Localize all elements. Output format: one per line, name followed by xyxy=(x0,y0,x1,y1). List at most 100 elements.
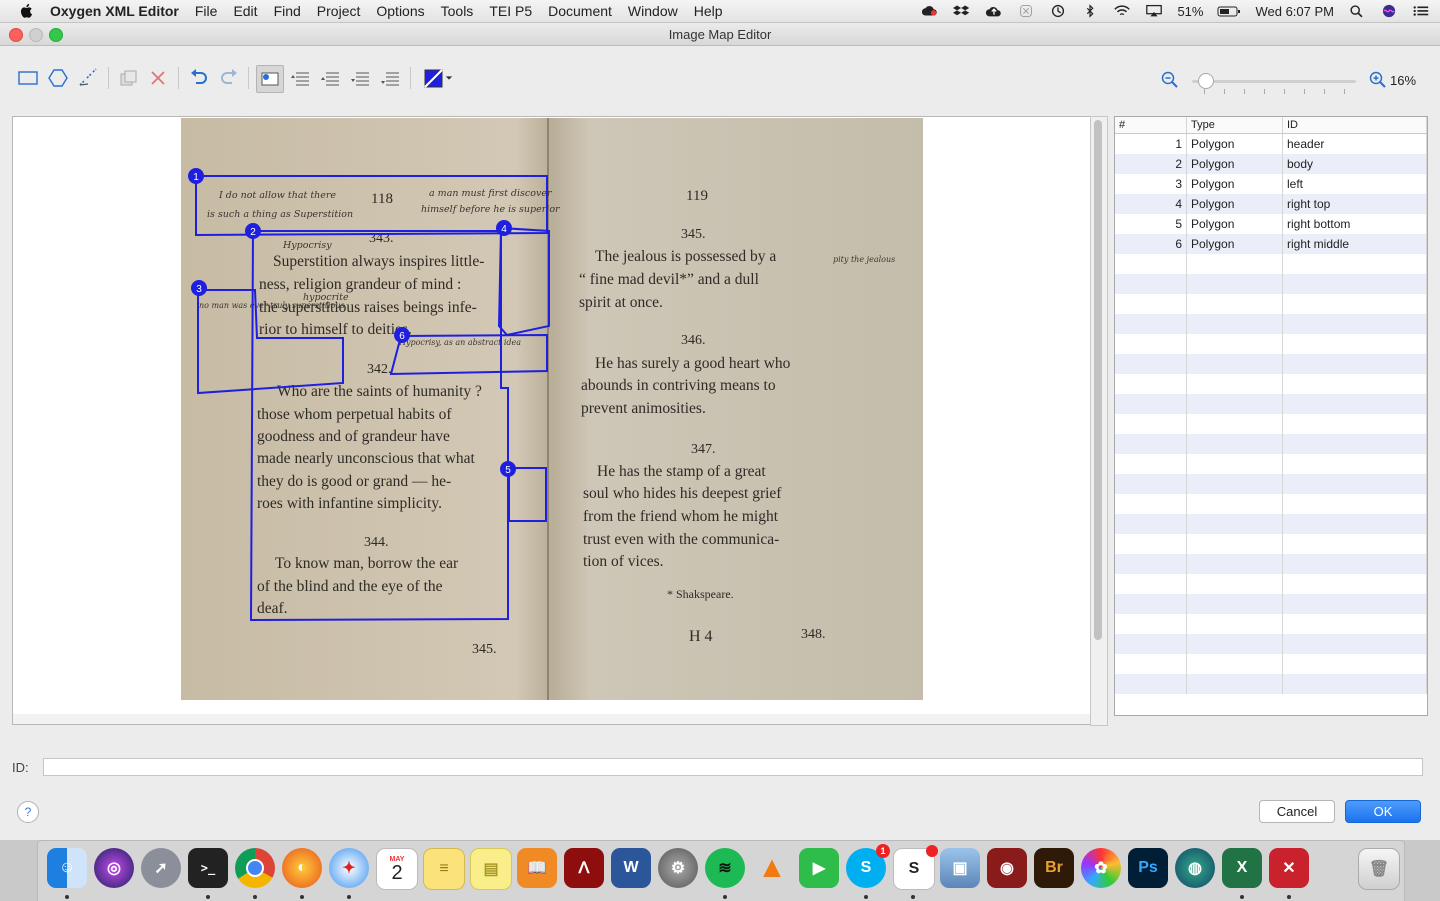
canvas-horizontal-scrollbar[interactable] xyxy=(12,714,1092,725)
dock-word[interactable]: W xyxy=(611,848,651,888)
menu-window[interactable]: Window xyxy=(628,3,678,19)
menu-tools[interactable]: Tools xyxy=(441,3,474,19)
rectangle-tool-button[interactable] xyxy=(15,65,41,91)
image-canvas[interactable]: 118 119 343. Superstition always inspire… xyxy=(12,116,1092,716)
bluetooth-icon[interactable] xyxy=(1081,4,1099,18)
zoom-in-icon[interactable] xyxy=(1368,70,1388,90)
column-header-number[interactable]: # xyxy=(1115,117,1187,133)
book-page-image[interactable]: 118 119 343. Superstition always inspire… xyxy=(181,118,923,700)
color-picker-button[interactable] xyxy=(418,65,458,91)
bring-to-front-button[interactable] xyxy=(288,65,314,91)
dock-bridge[interactable]: Br xyxy=(1034,848,1074,888)
zoom-slider-thumb[interactable] xyxy=(1198,73,1214,89)
menu-edit[interactable]: Edit xyxy=(233,3,257,19)
wifi-icon[interactable] xyxy=(1113,4,1131,18)
left-text-line: those whom perpetual habits of xyxy=(257,406,452,423)
column-header-type[interactable]: Type xyxy=(1187,117,1283,133)
delete-button[interactable] xyxy=(145,65,171,91)
menu-document[interactable]: Document xyxy=(548,3,612,19)
menu-tei[interactable]: TEI P5 xyxy=(489,3,532,19)
send-to-back-button[interactable] xyxy=(378,65,404,91)
dock-finder[interactable]: ☺ xyxy=(47,848,87,888)
menu-app-name[interactable]: Oxygen XML Editor xyxy=(50,3,179,19)
dock-calendar[interactable]: MAY 2 xyxy=(376,848,418,890)
battery-percent[interactable]: 51% xyxy=(1177,4,1203,19)
ok-button[interactable]: OK xyxy=(1345,800,1421,823)
area-marker-6[interactable]: 6 xyxy=(394,327,410,343)
dock-vlc[interactable]: ▲ xyxy=(752,848,792,888)
send-backward-button[interactable] xyxy=(348,65,374,91)
time-machine-icon[interactable] xyxy=(1049,4,1067,18)
cancel-button[interactable]: Cancel xyxy=(1259,800,1335,823)
menu-find[interactable]: Find xyxy=(274,3,301,19)
dock-system-preferences[interactable]: ⚙ xyxy=(658,848,698,888)
polygon-tool-button[interactable] xyxy=(45,65,71,91)
creative-cloud-icon[interactable] xyxy=(921,4,939,18)
dock-oxygen[interactable]: ✕ xyxy=(1269,848,1309,888)
dock-trash[interactable]: 🗑 xyxy=(1358,848,1400,890)
table-row[interactable]: 6 Polygon right middle xyxy=(1115,234,1427,254)
area-marker-3[interactable]: 3 xyxy=(191,280,207,296)
help-button[interactable]: ? xyxy=(17,801,39,823)
table-row[interactable]: 5 Polygon right bottom xyxy=(1115,214,1427,234)
dock-skype[interactable]: S 1 xyxy=(846,844,890,888)
redo-button[interactable] xyxy=(216,65,242,91)
dock-facetime[interactable]: ▶ xyxy=(799,848,839,888)
zoom-slider[interactable] xyxy=(1192,73,1356,94)
siri-icon[interactable] xyxy=(1380,4,1398,18)
skype-icon: S xyxy=(860,859,872,876)
airplay-icon[interactable] xyxy=(1145,4,1163,18)
terminal-icon: >_ xyxy=(200,861,216,875)
dock-launchpad[interactable]: ➚ xyxy=(141,848,181,888)
canvas-vertical-scrollbar[interactable] xyxy=(1090,116,1108,726)
area-marker-5[interactable]: 5 xyxy=(500,461,516,477)
show-labels-toggle[interactable] xyxy=(256,65,284,93)
dock-stickies[interactable]: ▤ xyxy=(470,848,512,890)
dock-skitch[interactable]: S xyxy=(893,845,938,890)
dock-photoshop[interactable]: Ps xyxy=(1128,848,1168,888)
dock-notes[interactable]: ≡ xyxy=(423,848,465,890)
id-field[interactable] xyxy=(43,758,1423,776)
dock-excel[interactable]: X xyxy=(1222,848,1262,888)
cloud-upload-icon[interactable] xyxy=(985,4,1003,18)
notification-icon[interactable] xyxy=(1017,4,1035,18)
dock-acrobat[interactable]: ᐱ xyxy=(564,848,604,888)
notification-center-icon[interactable] xyxy=(1412,4,1430,18)
scrollbar-thumb[interactable] xyxy=(1094,120,1102,640)
column-header-id[interactable]: ID xyxy=(1283,117,1427,133)
clock[interactable]: Wed 6:07 PM xyxy=(1255,4,1334,19)
duplicate-button[interactable] xyxy=(115,65,141,91)
menu-help[interactable]: Help xyxy=(694,3,723,19)
apple-icon[interactable] xyxy=(18,2,36,20)
area-marker-2[interactable]: 2 xyxy=(245,223,261,239)
dock-siri[interactable]: ◎ xyxy=(94,848,134,888)
dock-photo-booth[interactable]: ◉ xyxy=(987,848,1027,888)
spotlight-search-icon[interactable] xyxy=(1348,4,1366,18)
table-row[interactable]: 3 Polygon left xyxy=(1115,174,1427,194)
dock-chrome[interactable] xyxy=(235,848,275,888)
table-row[interactable]: 2 Polygon body xyxy=(1115,154,1427,174)
table-row[interactable]: 1 Polygon header xyxy=(1115,134,1427,154)
table-row[interactable]: 4 Polygon right top xyxy=(1115,194,1427,214)
area-marker-1[interactable]: 1 xyxy=(188,168,204,184)
dock-photos[interactable]: ✿ xyxy=(1081,848,1121,888)
freehand-tool-button[interactable] xyxy=(75,65,101,91)
dock-safari[interactable]: ✦ xyxy=(329,848,369,888)
dock-spotify[interactable]: ≋ xyxy=(705,848,745,888)
left-text-line: To know man, borrow the ear xyxy=(275,555,459,572)
dock-globe-app[interactable]: ◍ xyxy=(1175,848,1215,888)
menu-options[interactable]: Options xyxy=(376,3,424,19)
menu-project[interactable]: Project xyxy=(317,3,361,19)
menu-file[interactable]: File xyxy=(195,3,218,19)
cell-type: Polygon xyxy=(1187,214,1283,234)
battery-icon[interactable] xyxy=(1217,4,1241,18)
zoom-out-icon[interactable] xyxy=(1160,70,1180,90)
dock-preview[interactable]: ▣ xyxy=(940,848,980,888)
area-marker-4[interactable]: 4 xyxy=(496,220,512,236)
dropbox-icon[interactable] xyxy=(953,4,971,18)
dock-firefox[interactable]: ◐ xyxy=(282,848,322,888)
undo-button[interactable] xyxy=(186,65,212,91)
dock-terminal[interactable]: >_ xyxy=(188,848,228,888)
dock-books[interactable]: 📖 xyxy=(517,848,557,888)
bring-forward-button[interactable] xyxy=(318,65,344,91)
